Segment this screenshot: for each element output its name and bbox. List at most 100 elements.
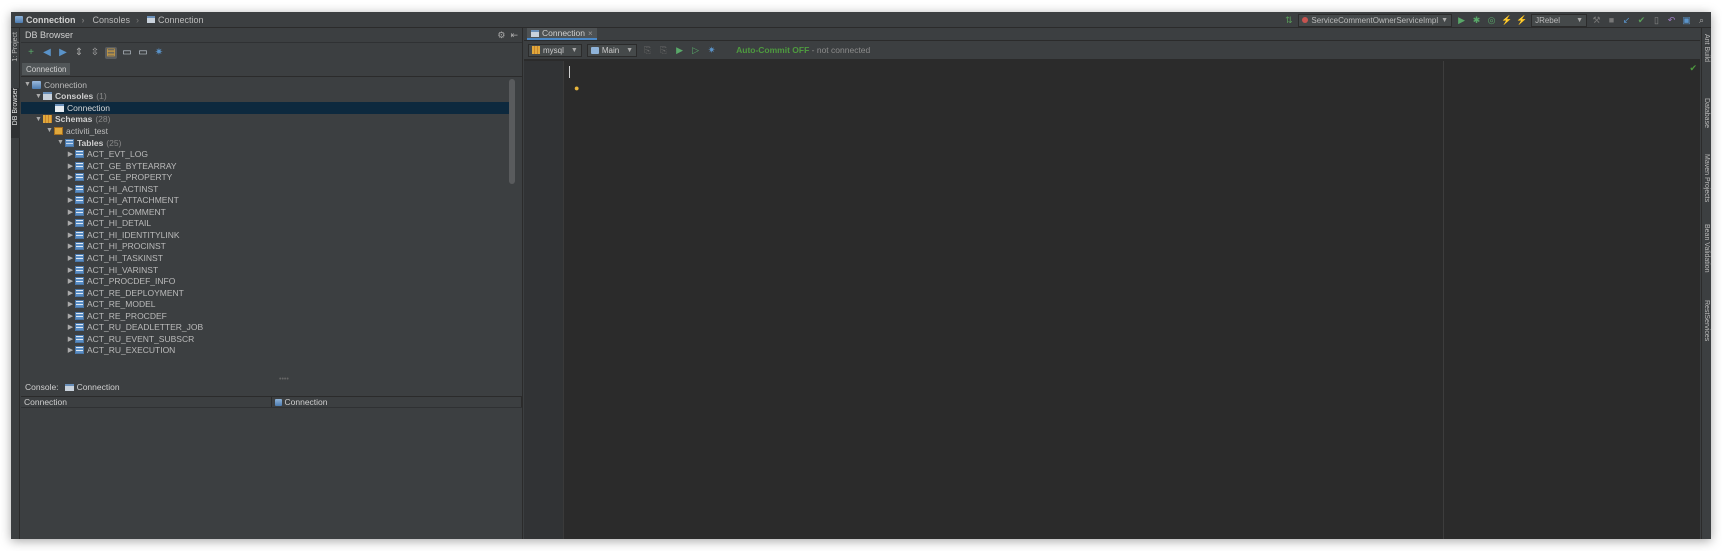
tree-node-table[interactable]: ▶ ACT_HI_COMMENT: [21, 206, 515, 218]
console-icon[interactable]: ▭: [121, 47, 133, 59]
hide-panel-icon[interactable]: ⇤: [510, 30, 518, 41]
collapsed-arrow-icon[interactable]: ▶: [66, 266, 75, 274]
expanded-arrow-icon[interactable]: ▼: [23, 81, 32, 88]
tree-node-table[interactable]: ▶ ACT_RU_EXECUTION: [21, 345, 515, 357]
forward-icon[interactable]: ▶: [57, 47, 69, 59]
vcs-compare-icon[interactable]: ▯: [1651, 15, 1662, 26]
connection-tab[interactable]: Connection: [22, 63, 71, 75]
tool-tab-db-browser[interactable]: DB Browser: [11, 88, 20, 138]
tree-node-table[interactable]: ▶ ACT_HI_ATTACHMENT: [21, 194, 515, 206]
collapsed-arrow-icon[interactable]: ▶: [66, 150, 75, 158]
tree-node-table[interactable]: ▶ ACT_RU_DEADLETTER_JOB: [21, 321, 515, 333]
expand-all-icon[interactable]: ⇕: [73, 47, 85, 59]
tool-tab-project[interactable]: 1: Project: [11, 32, 20, 72]
console-value[interactable]: Connection: [77, 382, 120, 392]
run-configuration-select[interactable]: ServiceCommentOwnerServiceImpl ▼: [1298, 13, 1453, 27]
execute-statement-icon[interactable]: ▶: [674, 45, 685, 56]
collapsed-arrow-icon[interactable]: ▶: [66, 312, 75, 320]
connection-select[interactable]: mysql ▼: [528, 43, 582, 57]
rollback-icon[interactable]: ⎘: [658, 45, 669, 56]
settings-icon[interactable]: ✷: [706, 45, 717, 56]
tree-node-table[interactable]: ▶ ACT_HI_PROCINST: [21, 241, 515, 253]
collapsed-arrow-icon[interactable]: ▶: [66, 196, 75, 204]
breadcrumb-connection[interactable]: Connection ›: [11, 12, 89, 28]
tree-node-table[interactable]: ▶ ACT_HI_ACTINST: [21, 183, 515, 195]
tree-node-table[interactable]: ▶ ACT_GE_BYTEARRAY: [21, 160, 515, 172]
debug-icon[interactable]: ✱: [1471, 15, 1482, 26]
vcs-update-icon[interactable]: ↙: [1621, 15, 1632, 26]
tree-node-connection[interactable]: ▼ Connection: [21, 79, 515, 91]
expanded-arrow-icon[interactable]: ▼: [34, 93, 43, 100]
jrebel-debug-icon[interactable]: ⚡: [1516, 15, 1527, 26]
tree-node-schema[interactable]: ▼ activiti_test: [21, 125, 515, 137]
commit-icon[interactable]: ⎘: [642, 45, 653, 56]
tree-scrollbar[interactable]: [509, 79, 515, 184]
settings-icon[interactable]: ✷: [153, 47, 165, 59]
build-icon[interactable]: ⇅: [1283, 15, 1294, 26]
tree-node-table[interactable]: ▶ ACT_PROCDEF_INFO: [21, 275, 515, 287]
tool-tab-maven-projects[interactable]: Maven Projects: [1701, 154, 1711, 214]
splitter-handle[interactable]: ••••: [279, 376, 289, 383]
autoscroll-icon[interactable]: ▤: [105, 46, 117, 59]
collapsed-arrow-icon[interactable]: ▶: [66, 219, 75, 227]
back-icon[interactable]: ◀: [41, 47, 53, 59]
search-icon[interactable]: ⌕: [1696, 15, 1707, 26]
collapsed-arrow-icon[interactable]: ▶: [66, 335, 75, 343]
tree-node-table[interactable]: ▶ ACT_HI_VARINST: [21, 264, 515, 276]
collapsed-arrow-icon[interactable]: ▶: [66, 208, 75, 216]
breadcrumb-consoles[interactable]: Consoles ›: [89, 12, 144, 28]
close-icon[interactable]: ×: [588, 29, 593, 38]
collapse-all-icon[interactable]: ⇳: [89, 47, 101, 59]
collapsed-arrow-icon[interactable]: ▶: [66, 289, 75, 297]
tree-node-table[interactable]: ▶ ACT_HI_TASKINST: [21, 252, 515, 264]
tool-tab-ant-build[interactable]: Ant Build: [1701, 34, 1711, 74]
tree-node-table[interactable]: ▶ ACT_HI_DETAIL: [21, 218, 515, 230]
project-structure-icon[interactable]: ▣: [1681, 15, 1692, 26]
text-caret[interactable]: [569, 66, 570, 78]
stop-icon[interactable]: ■: [1606, 15, 1617, 26]
collapsed-arrow-icon[interactable]: ▶: [66, 162, 75, 170]
collapsed-arrow-icon[interactable]: ▶: [66, 185, 75, 193]
lightbulb-icon[interactable]: ●: [574, 83, 579, 93]
breadcrumb-console-connection[interactable]: Connection: [143, 12, 208, 28]
tool-tab-database[interactable]: Database: [1701, 98, 1711, 138]
tree-node-table[interactable]: ▶ ACT_GE_PROPERTY: [21, 171, 515, 183]
collapsed-arrow-icon[interactable]: ▶: [66, 300, 75, 308]
collapsed-arrow-icon[interactable]: ▶: [66, 173, 75, 181]
tree-node-table[interactable]: ▶ ACT_RE_DEPLOYMENT: [21, 287, 515, 299]
tree-node-table[interactable]: ▶ ACT_RU_EVENT_SUBSCR: [21, 333, 515, 345]
gear-icon[interactable]: ⚙: [497, 30, 505, 41]
collapsed-arrow-icon[interactable]: ▶: [66, 254, 75, 262]
tree-node-consoles[interactable]: ▼ Consoles (1): [21, 91, 515, 103]
jrebel-select[interactable]: JRebel ▼: [1531, 13, 1587, 27]
tree-node-table[interactable]: ▶ ACT_HI_IDENTITYLINK: [21, 229, 515, 241]
schema-select[interactable]: Main ▼: [586, 43, 638, 57]
vcs-commit-icon[interactable]: ✔: [1636, 15, 1647, 26]
collapsed-arrow-icon[interactable]: ▶: [66, 323, 75, 331]
expanded-arrow-icon[interactable]: ▼: [45, 127, 54, 134]
tool-tab-restservices[interactable]: RestServices: [1701, 300, 1711, 360]
left-tool-strip: 1: Project DB Browser: [11, 28, 20, 539]
tree-node-console-connection[interactable]: Connection: [21, 102, 515, 114]
coverage-icon[interactable]: ◎: [1486, 15, 1497, 26]
tree-node-table[interactable]: ▶ ACT_RE_PROCDEF: [21, 310, 515, 322]
tree-node-schemas[interactable]: ▼ Schemas (28): [21, 114, 515, 126]
execute-script-icon[interactable]: ▷: [690, 45, 701, 56]
jrebel-run-icon[interactable]: ⚡: [1501, 15, 1512, 26]
tool-tab-bean-validation[interactable]: Bean Validation: [1701, 224, 1711, 284]
attach-debugger-icon[interactable]: ⚒: [1591, 15, 1602, 26]
collapsed-arrow-icon[interactable]: ▶: [66, 346, 75, 354]
editor-tab-connection[interactable]: Connection ×: [527, 28, 597, 40]
collapsed-arrow-icon[interactable]: ▶: [66, 231, 75, 239]
expanded-arrow-icon[interactable]: ▼: [34, 116, 43, 123]
add-connection-icon[interactable]: +: [25, 47, 37, 59]
tree-node-tables[interactable]: ▼ Tables (25): [21, 137, 515, 149]
open-sql-console-icon[interactable]: ▭: [137, 47, 149, 59]
run-icon[interactable]: ▶: [1456, 15, 1467, 26]
expanded-arrow-icon[interactable]: ▼: [56, 139, 65, 146]
tree-node-table[interactable]: ▶ ACT_RE_MODEL: [21, 298, 515, 310]
tree-node-table[interactable]: ▶ ACT_EVT_LOG: [21, 148, 515, 160]
collapsed-arrow-icon[interactable]: ▶: [66, 277, 75, 285]
undo-icon[interactable]: ↶: [1666, 15, 1677, 26]
collapsed-arrow-icon[interactable]: ▶: [66, 242, 75, 250]
